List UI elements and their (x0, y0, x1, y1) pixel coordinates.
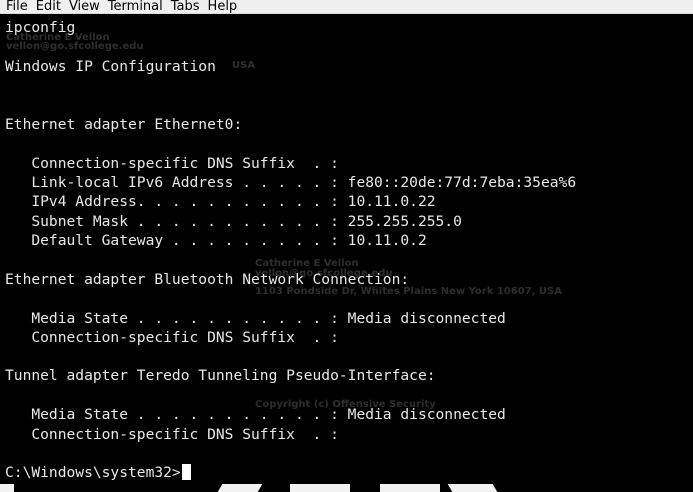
watermark-country: USA (232, 60, 256, 71)
terminal-line: Tunnel adapter Teredo Tunneling Pseudo-I… (5, 367, 436, 384)
terminal-line: Connection-specific DNS Suffix . : (5, 155, 339, 172)
desktop-background (380, 484, 440, 492)
terminal-prompt: C:\Windows\system32> (5, 464, 181, 481)
menu-bar: File Edit View Terminal Tabs Help (0, 0, 693, 14)
desktop-background (447, 484, 498, 492)
terminal-line: Media State . . . . . . . . . . . : Medi… (5, 406, 506, 423)
desktop-background (217, 484, 263, 492)
terminal-line: ipconfig (5, 19, 76, 36)
desktop-background (290, 484, 350, 492)
menu-file[interactable]: File (6, 0, 28, 14)
menu-help[interactable]: Help (208, 0, 238, 14)
terminal-line: Link-local IPv6 Address . . . . . : fe80… (5, 174, 577, 191)
terminal-output[interactable]: Catherine E Vellon vellon@go.sfcollege.e… (0, 15, 693, 492)
terminal-line: Ethernet adapter Bluetooth Network Conne… (5, 271, 410, 288)
watermark-email: vellon@go.sfcollege.edu (6, 41, 144, 52)
terminal-line: Media State . . . . . . . . . . . : Medi… (5, 310, 506, 327)
terminal-line: Default Gateway . . . . . . . . . : 10.1… (5, 232, 427, 249)
terminal-line: Connection-specific DNS Suffix . : (5, 329, 339, 346)
text-cursor (181, 464, 191, 480)
menu-terminal[interactable]: Terminal (108, 0, 163, 14)
terminal-line: Subnet Mask . . . . . . . . . . . : 255.… (5, 213, 462, 230)
terminal-prompt-line[interactable]: C:\Windows\system32> (5, 463, 191, 482)
menu-tabs[interactable]: Tabs (171, 0, 200, 14)
menu-edit[interactable]: Edit (36, 0, 61, 14)
terminal-line: Windows IP Configuration (5, 58, 216, 75)
terminal-line: Ethernet adapter Ethernet0: (5, 116, 243, 133)
terminal-line: Connection-specific DNS Suffix . : (5, 426, 339, 443)
terminal-line: IPv4 Address. . . . . . . . . . . : 10.1… (5, 193, 436, 210)
menu-view[interactable]: View (69, 0, 100, 14)
desktop-background (0, 484, 14, 492)
